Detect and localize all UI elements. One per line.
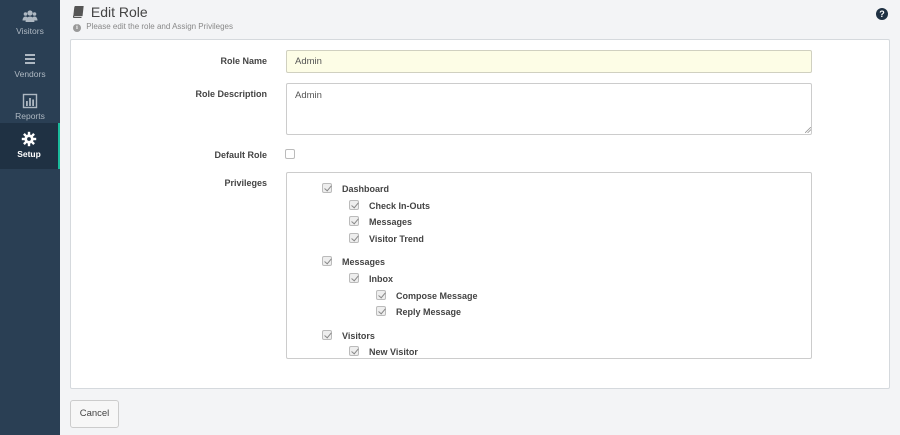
privilege-checkbox[interactable] [376, 306, 386, 316]
privilege-checkbox[interactable] [322, 183, 332, 193]
privilege-label: Reply Message [396, 307, 462, 317]
privilege-checkbox[interactable] [376, 290, 386, 300]
privilege-item[interactable]: Compose Message [376, 290, 478, 304]
sidebar-item-setup[interactable]: Setup [0, 123, 60, 169]
privilege-label: Visitor Trend [369, 234, 424, 244]
privilege-checkbox[interactable] [349, 346, 359, 356]
privilege-label: Messages [342, 257, 386, 267]
cancel-button[interactable]: Cancel [70, 400, 119, 428]
help-icon[interactable]: ? [876, 8, 888, 20]
privilege-checkbox[interactable] [322, 330, 332, 340]
users-icon [22, 10, 38, 22]
privilege-label: Check In-Outs [369, 201, 431, 211]
page-subtitle: i Please edit the role and Assign Privil… [73, 22, 233, 32]
privilege-label: Dashboard [342, 184, 390, 194]
edit-role-panel: Role Name Role Description Admin Default… [70, 39, 890, 389]
privilege-item[interactable]: Check In-Outs [349, 200, 430, 214]
sidebar-item-label: Reports [15, 111, 45, 121]
privilege-label: Messages [369, 217, 413, 227]
privilege-item[interactable]: Reply Message [376, 306, 461, 320]
gear-icon [21, 131, 37, 147]
privilege-checkbox[interactable] [349, 216, 359, 226]
privilege-label: Compose Message [396, 291, 478, 301]
privilege-checkbox[interactable] [349, 233, 359, 243]
privilege-item[interactable]: Messages [322, 256, 385, 270]
privilege-label: Visitors [342, 331, 375, 341]
role-name-input[interactable] [286, 50, 812, 73]
default-role-label: Default Role [214, 150, 267, 160]
privilege-label: New Visitor [369, 347, 418, 357]
page-subtitle-text: Please edit the role and Assign Privileg… [86, 22, 233, 31]
privilege-checkbox[interactable] [349, 273, 359, 283]
privilege-checkbox[interactable] [322, 256, 332, 266]
privilege-label: Inbox [369, 274, 393, 284]
privilege-checkbox[interactable] [349, 200, 359, 210]
privilege-item[interactable]: Messages [349, 216, 412, 230]
sidebar-item-visitors[interactable]: Visitors [0, 2, 60, 44]
sidebar-item-label: Setup [17, 149, 41, 159]
privilege-item[interactable]: Visitor Trend [349, 233, 424, 247]
book-icon [73, 6, 84, 18]
privilege-item[interactable]: Inbox [349, 273, 393, 287]
sidebar-item-vendors[interactable]: Vendors [0, 45, 60, 87]
role-description-label: Role Description [195, 89, 267, 99]
privilege-item[interactable]: New Visitor [349, 346, 418, 358]
privileges-tree: Dashboard Check In-Outs Messages Visitor… [286, 172, 812, 359]
info-icon: i [73, 24, 81, 32]
sidebar: Visitors Vendors Reports Setup [0, 0, 60, 435]
default-role-checkbox[interactable] [285, 149, 295, 159]
sidebar-item-label: Visitors [16, 26, 44, 36]
privileges-label: Privileges [224, 178, 267, 188]
list-icon [25, 54, 35, 64]
bar-chart-icon [22, 93, 38, 109]
sidebar-item-label: Vendors [14, 69, 46, 79]
resize-handle-icon[interactable] [805, 127, 811, 133]
privilege-item[interactable]: Visitors [322, 330, 375, 344]
page-title: Edit Role [73, 4, 148, 20]
role-description-input[interactable]: Admin [286, 83, 812, 135]
role-name-label: Role Name [220, 56, 267, 66]
page-title-text: Edit Role [90, 4, 148, 20]
privilege-item[interactable]: Dashboard [322, 183, 389, 197]
